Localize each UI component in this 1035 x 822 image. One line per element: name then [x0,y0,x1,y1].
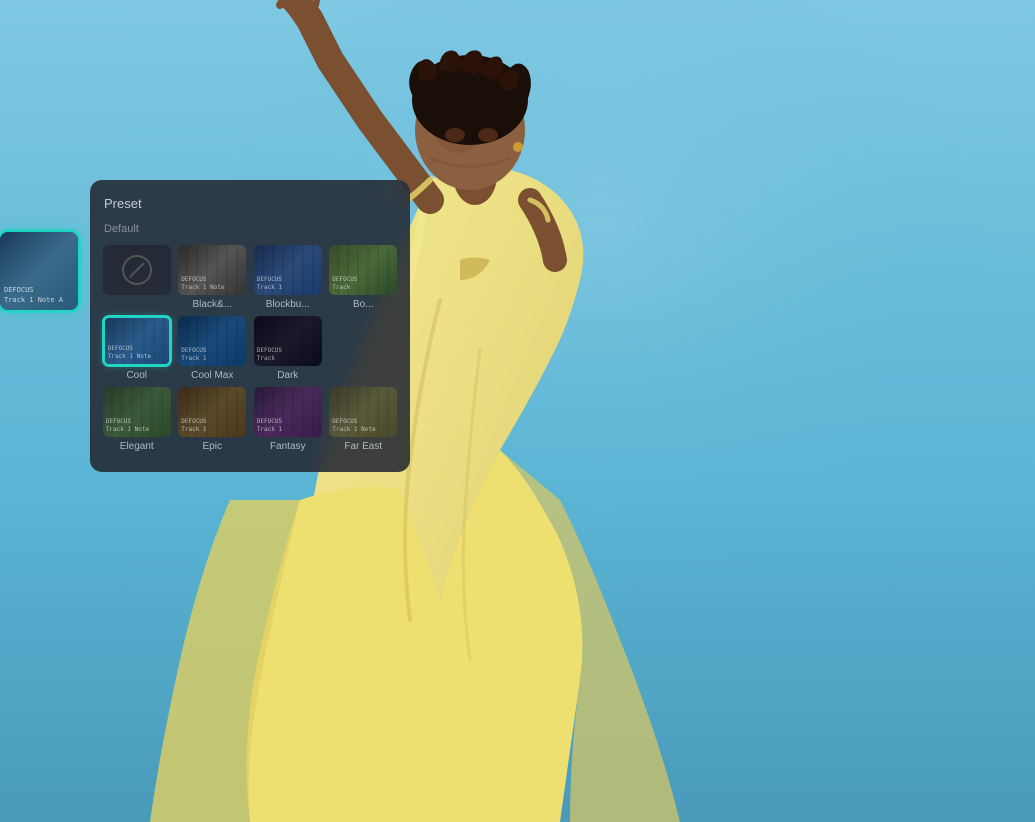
preset-grid: DEFOCUSTrack 1 Note Black&... DEFOCUSTra… [102,245,398,452]
preset-label-bw: Black&... [178,299,248,310]
preset-item-coolmax[interactable]: DEFOCUSTrack 1 Cool Max [178,316,248,381]
preset-thumb-fareast: DEFOCUSTrack 1 Note [329,387,397,437]
preset-thumb-dark: DEFOCUSTrack [254,316,322,366]
preset-section-default-label: Default [102,223,398,235]
preset-item-placeholder [329,316,399,381]
preset-label-cool: Cool [102,370,172,381]
preset-label-coolmax: Cool Max [178,370,248,381]
preset-thumb-elegant: DEFOCUSTrack 1 Note [103,387,171,437]
preset-panel-title: Preset [102,196,398,211]
preset-item-dark[interactable]: DEFOCUSTrack Dark [253,316,323,381]
preset-thumb-bw: DEFOCUSTrack 1 Note [178,245,246,295]
preset-item-elegant[interactable]: DEFOCUSTrack 1 Note Elegant [102,387,172,452]
preset-thumb-boost: DEFOCUSTrack [329,245,397,295]
preset-thumb-blockbuster: DEFOCUSTrack 1 [254,245,322,295]
preset-label-epic: Epic [178,441,248,452]
preset-label-fareast: Far East [329,441,399,452]
preset-thumb-coolmax: DEFOCUSTrack 1 [178,316,246,366]
preset-item-blockbuster[interactable]: DEFOCUSTrack 1 Blockbu... [253,245,323,310]
preset-label-dark: Dark [253,370,323,381]
preset-label-boost: Bo... [329,299,399,310]
preset-thumb-cool: DEFOCUSTrack 1 Note [103,316,171,366]
preset-item-fareast[interactable]: DEFOCUSTrack 1 Note Far East [329,387,399,452]
preset-thumb-fantasy: DEFOCUSTrack 1 [254,387,322,437]
preset-item-boost[interactable]: DEFOCUSTrack Bo... [329,245,399,310]
preset-thumb-epic: DEFOCUSTrack 1 [178,387,246,437]
preset-thumb-none [103,245,171,295]
preset-item-epic[interactable]: DEFOCUSTrack 1 Epic [178,387,248,452]
preset-item-none[interactable] [102,245,172,310]
selected-preset-preview: DEFOCUS Track 1 Note A [0,232,78,310]
preset-label-elegant: Elegant [102,441,172,452]
preset-panel: DEFOCUS Track 1 Note A Preset Default DE… [90,180,410,472]
preset-item-cool[interactable]: DEFOCUSTrack 1 Note Cool [102,316,172,381]
preset-label-blockbuster: Blockbu... [253,299,323,310]
preset-label-fantasy: Fantasy [253,441,323,452]
preset-item-bw[interactable]: DEFOCUSTrack 1 Note Black&... [178,245,248,310]
selected-preset-large[interactable]: DEFOCUS Track 1 Note A [0,230,80,312]
preset-item-fantasy[interactable]: DEFOCUSTrack 1 Fantasy [253,387,323,452]
